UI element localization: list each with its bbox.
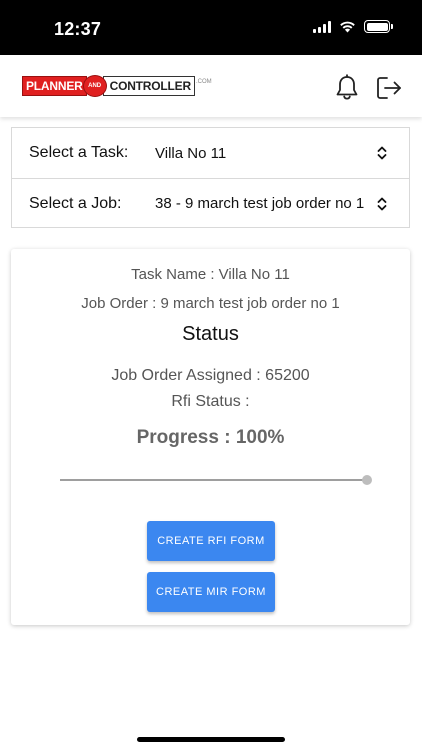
battery-icon [364, 20, 393, 33]
job-order-assigned-text: Job Order Assigned : 65200 [111, 367, 310, 384]
rfi-status-text: Rfi Status : [171, 393, 250, 410]
logo-part-planner: PLANNER [22, 76, 87, 96]
create-rfi-form-button[interactable]: CREATE RFI FORM [147, 521, 275, 561]
wifi-icon [340, 21, 355, 33]
home-indicator [137, 737, 285, 742]
task-select-value: Villa No 11 [155, 144, 227, 162]
logo-part-controller: CONTROLLER [102, 76, 195, 96]
job-select-value: 38 - 9 march test job order no 1 [155, 195, 365, 212]
app-header: PLANNER AND CONTROLLER .COM [0, 55, 422, 117]
status-heading: Status [182, 323, 239, 345]
updown-chevron-icon [375, 194, 389, 214]
bell-icon [336, 74, 358, 100]
logo-part-and: AND [82, 75, 107, 97]
status-bar: 12:37 [0, 0, 422, 55]
job-select[interactable]: Select a Job: 38 - 9 march test job orde… [12, 178, 409, 228]
task-name-text: Task Name : Villa No 11 [131, 266, 290, 283]
planner-and-controller-logo: PLANNER AND CONTROLLER .COM [22, 75, 212, 97]
create-mir-form-button[interactable]: CREATE MIR FORM [147, 572, 275, 612]
progress-text: Progress : 100% [136, 427, 285, 448]
progress-slider-fill [60, 479, 367, 481]
job-order-text: Job Order : 9 march test job order no 1 [81, 295, 340, 312]
logo-suffix: .COM [195, 79, 212, 85]
job-select-label: Select a Job: [29, 194, 122, 212]
status-icons [313, 20, 393, 33]
progress-slider-thumb[interactable] [362, 475, 372, 485]
task-select-label: Select a Task: [29, 144, 129, 161]
task-job-selectors: Select a Task: Villa No 11 Select a Job:… [11, 127, 410, 228]
logout-button[interactable] [374, 73, 404, 103]
task-select[interactable]: Select a Task: Villa No 11 [12, 128, 409, 178]
logout-icon [377, 77, 401, 99]
status-time: 12:37 [54, 19, 102, 39]
updown-chevron-icon [375, 143, 389, 163]
progress-slider[interactable] [60, 474, 372, 486]
notifications-button[interactable] [332, 73, 362, 103]
status-card: Task Name : Villa No 11 Job Order : 9 ma… [11, 249, 410, 625]
cellular-signal-icon [313, 20, 331, 33]
